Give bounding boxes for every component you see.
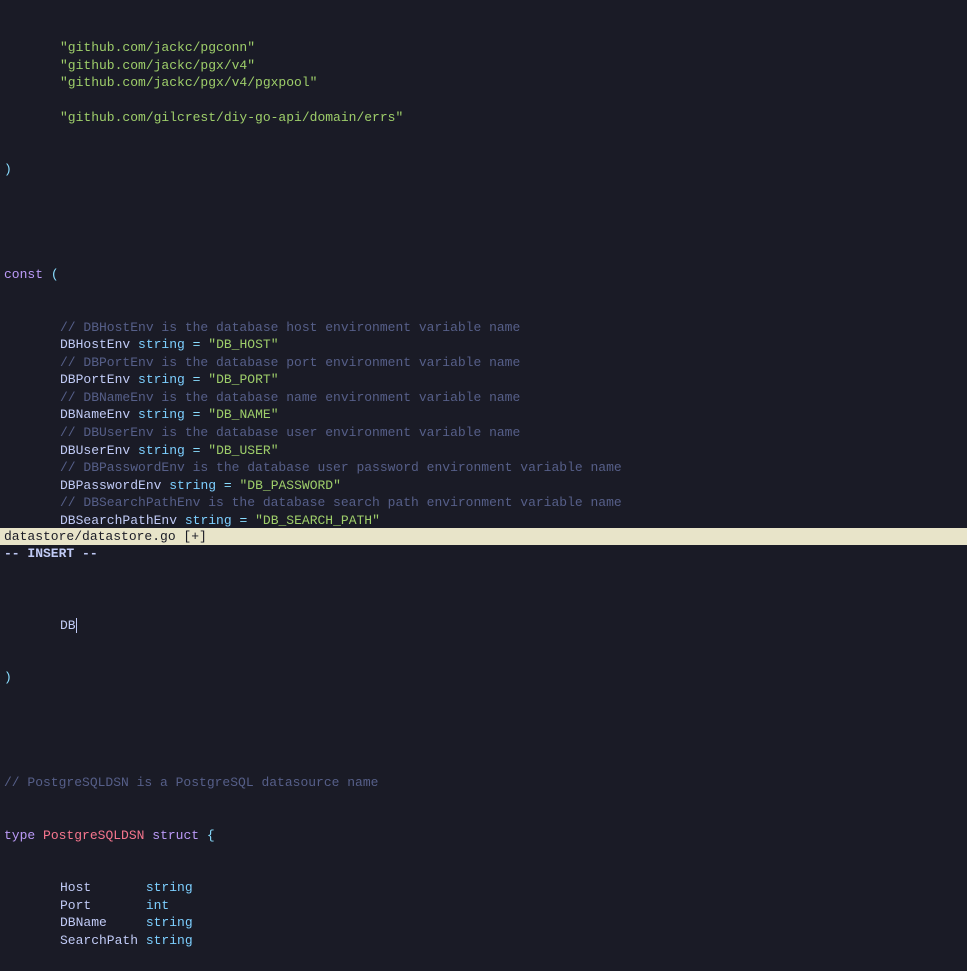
struct-decl: type PostgreSQLDSN struct { — [0, 827, 967, 845]
text-cursor — [76, 618, 77, 633]
status-bar: datastore/datastore.go [+] — [0, 528, 967, 545]
const-decl: DBHostEnv string = "DB_HOST" — [0, 336, 967, 354]
cursor-text: DB — [60, 618, 76, 633]
const-decl: DBNameEnv string = "DB_NAME" — [0, 406, 967, 424]
comment: // DBPortEnv is the database port enviro… — [60, 355, 520, 370]
const-decl: DBPasswordEnv string = "DB_PASSWORD" — [0, 477, 967, 495]
comment: // DBPasswordEnv is the database user pa… — [60, 460, 622, 475]
import-path: "github.com/gilcrest/diy-go-api/domain/e… — [60, 110, 403, 125]
const-open: const ( — [4, 267, 59, 282]
comment: // DBNameEnv is the database name enviro… — [60, 390, 520, 405]
comment: // DBUserEnv is the database user enviro… — [60, 425, 520, 440]
const-decl: DBUserEnv string = "DB_USER" — [0, 442, 967, 460]
paren-close: ) — [4, 162, 12, 177]
const-close: ) — [4, 670, 12, 685]
struct-field: SearchPath string — [0, 932, 967, 950]
struct-field: DBName string — [0, 914, 967, 932]
const-decl: DBSearchPathEnv string = "DB_SEARCH_PATH… — [0, 512, 967, 530]
code-editor[interactable]: "github.com/jackc/pgconn" "github.com/jac… — [0, 0, 967, 971]
mode-line: -- INSERT -- — [0, 545, 967, 562]
import-path: "github.com/jackc/pgx/v4/pgxpool" — [60, 75, 317, 90]
struct-comment: // PostgreSQLDSN is a PostgreSQL datasou… — [4, 775, 378, 790]
comment: // DBSearchPathEnv is the database searc… — [60, 495, 622, 510]
import-path: "github.com/jackc/pgx/v4" — [60, 58, 255, 73]
comment: // DBHostEnv is the database host enviro… — [60, 320, 520, 335]
import-path: "github.com/jackc/pgconn" — [60, 40, 255, 55]
const-decl: DBPortEnv string = "DB_PORT" — [0, 371, 967, 389]
struct-field: Host string — [0, 879, 967, 897]
struct-field: Port int — [0, 897, 967, 915]
